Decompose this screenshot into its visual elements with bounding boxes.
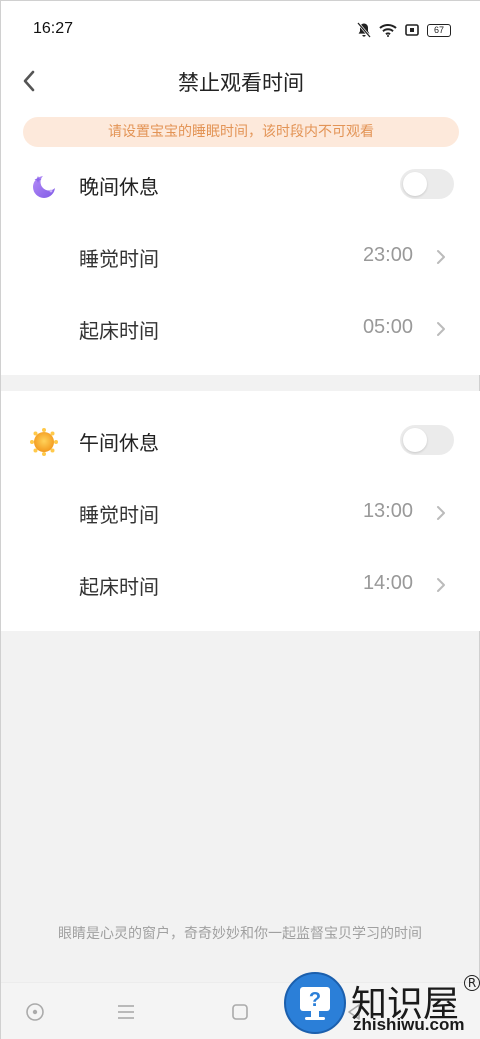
sleep-time-value: 23:00: [362, 244, 413, 266]
sleep-time-label: 睡觉时间: [79, 503, 159, 527]
sleep-time-label: 睡觉时间: [79, 247, 159, 271]
svg-text:?: ?: [309, 989, 321, 1011]
night-rest-title: 晚间休息: [79, 175, 159, 199]
noon-wake-time-row[interactable]: 起床时间 14:00: [1, 557, 480, 613]
status-bar: 16:27 67: [1, 1, 480, 57]
watermark-url: zhishiwu.com: [353, 1015, 465, 1034]
chevron-right-icon: [437, 506, 445, 520]
sim-icon: [405, 24, 419, 36]
noon-rest-toggle[interactable]: [400, 425, 454, 455]
zhishiwu-logo-icon: ?: [284, 972, 346, 1034]
night-sleep-time-row[interactable]: 睡觉时间 23:00: [1, 229, 480, 285]
wake-time-value: 14:00: [362, 572, 413, 594]
wake-time-value: 05:00: [362, 316, 413, 338]
notice-banner: 请设置宝宝的睡眠时间，该时段内不可观看: [23, 117, 459, 147]
screen: 16:27 67 禁止观看时间 请设置宝宝的睡眠时间，该时段内不可观看 晚间休息…: [0, 0, 480, 1039]
wake-time-label: 起床时间: [79, 319, 159, 343]
menu-icon[interactable]: [115, 1001, 137, 1023]
footer-text: 眼睛是心灵的窗户，奇奇妙妙和你一起监督宝贝学习的时间: [58, 926, 422, 942]
watermark: ? 知识屋 R zhishiwu.com: [281, 971, 480, 1037]
registered-mark: R: [464, 975, 480, 991]
sun-icon: [30, 428, 58, 456]
page-title: 禁止观看时间: [178, 71, 304, 95]
night-rest-card: 晚间休息 睡觉时间 23:00 起床时间 05:00: [1, 157, 480, 375]
notice-container: 请设置宝宝的睡眠时间，该时段内不可观看: [1, 107, 480, 157]
wake-time-label: 起床时间: [79, 575, 159, 599]
status-time: 16:27: [33, 20, 74, 37]
assistant-icon[interactable]: [24, 1001, 46, 1023]
home-icon[interactable]: [229, 1001, 251, 1023]
wifi-icon: [379, 24, 397, 37]
chevron-right-icon: [437, 322, 445, 336]
toggle-knob: [403, 172, 427, 196]
chevron-right-icon: [437, 578, 445, 592]
moon-icon: [33, 173, 58, 198]
night-rest-toggle[interactable]: [400, 169, 454, 199]
noon-rest-header: 午间休息: [1, 413, 480, 469]
night-rest-header: 晚间休息: [1, 157, 480, 213]
noon-sleep-time-row[interactable]: 睡觉时间 13:00: [1, 485, 480, 541]
status-icons: 67: [357, 21, 451, 39]
noon-rest-card: 午间休息 睡觉时间 13:00 起床时间 14:00: [1, 391, 480, 631]
night-wake-time-row[interactable]: 起床时间 05:00: [1, 301, 480, 357]
noon-rest-title: 午间休息: [79, 431, 159, 455]
battery-icon: 67: [427, 23, 451, 37]
sleep-time-value: 13:00: [362, 500, 413, 522]
header: 禁止观看时间: [1, 57, 480, 107]
chevron-right-icon: [437, 250, 445, 264]
toggle-knob: [403, 428, 427, 452]
bell-muted-icon: [357, 22, 371, 38]
